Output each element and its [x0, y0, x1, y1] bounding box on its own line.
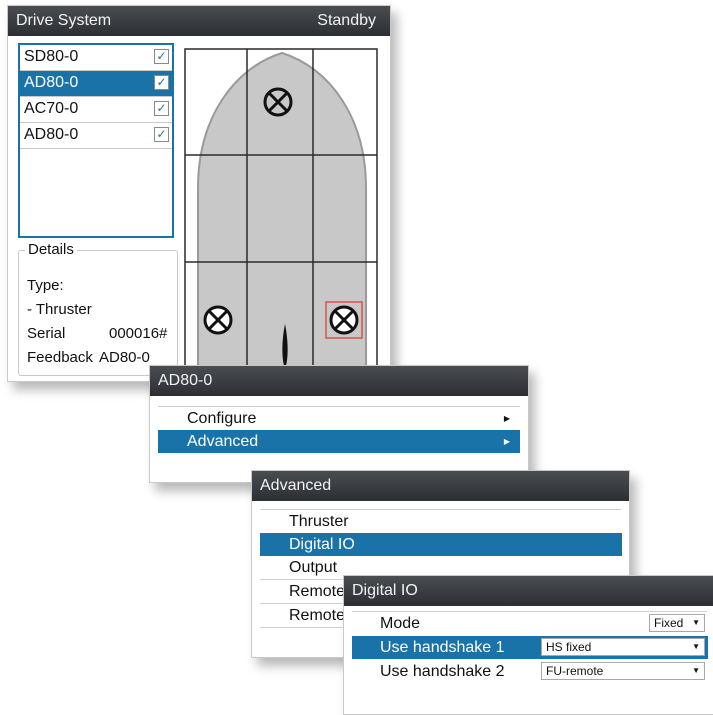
feedback-value: AD80-0 [99, 349, 150, 366]
advanced-menu-titlebar: Advanced [252, 471, 629, 501]
serial-value: 000016# [109, 325, 168, 342]
details-legend: Details [25, 241, 77, 258]
menu-item-label: Remote [289, 583, 346, 600]
chevron-down-icon: ▼ [692, 642, 700, 651]
drive-menu-window: AD80-0 Configure ▶ Advanced ▶ [149, 365, 529, 483]
menu-item-label: Thruster [289, 513, 349, 530]
window-title: Advanced [260, 477, 332, 494]
menu-item-label: Configure [187, 410, 257, 427]
setting-row-handshake-1[interactable]: Use handshake 1 HS fixed ▼ [352, 636, 708, 659]
drive-item[interactable]: SD80-0 ✓ [20, 45, 172, 71]
menu-item-label: Remote [289, 607, 346, 624]
digital-io-titlebar: Digital IO [344, 576, 713, 606]
dropdown-value: HS fixed [546, 640, 592, 654]
drive-system-titlebar: Drive System Standby [8, 6, 390, 36]
chevron-right-icon: ▶ [503, 414, 510, 423]
chevron-right-icon: ▶ [503, 437, 510, 446]
menu-item-digital-io[interactable]: Digital IO [260, 533, 622, 556]
thruster-icon [329, 305, 359, 335]
drive-item-label: AC70-0 [24, 100, 79, 117]
drive-checkbox[interactable]: ✓ [154, 127, 169, 142]
setting-row-handshake-2[interactable]: Use handshake 2 FU-remote ▼ [352, 660, 708, 683]
type-value: - Thruster [27, 301, 92, 318]
drive-checkbox[interactable]: ✓ [154, 101, 169, 116]
boat-diagram [184, 48, 380, 379]
menu-item-thruster[interactable]: Thruster [260, 510, 622, 533]
window-title: AD80-0 [158, 372, 213, 389]
menu-item-label: Output [289, 559, 338, 576]
drive-system-window: Drive System Standby SD80-0 ✓ AD80-0 ✓ A… [7, 5, 391, 382]
menu-item-configure[interactable]: Configure ▶ [158, 407, 520, 430]
drive-item-label: SD80-0 [24, 48, 79, 65]
window-title: Drive System [16, 12, 112, 29]
drive-checkbox[interactable]: ✓ [154, 75, 169, 90]
serial-label: Serial [27, 325, 66, 342]
menu-item-label: Digital IO [289, 536, 355, 553]
drive-item-selected[interactable]: AD80-0 ✓ [20, 71, 172, 97]
mode-dropdown[interactable]: Fixed ▼ [649, 614, 705, 632]
chevron-down-icon: ▼ [692, 618, 700, 627]
digital-io-window: Digital IO Mode Fixed ▼ Use handshake 1 … [343, 575, 713, 715]
chevron-down-icon: ▼ [692, 666, 700, 675]
drive-list: SD80-0 ✓ AD80-0 ✓ AC70-0 ✓ AD80-0 ✓ [18, 43, 174, 238]
setting-label: Use handshake 2 [380, 663, 505, 680]
details-panel: Details Type: - Thruster Serial 000016# … [18, 241, 178, 376]
window-title: Digital IO [352, 582, 418, 599]
dropdown-value: Fixed [654, 616, 684, 630]
drive-checkbox[interactable]: ✓ [154, 49, 169, 64]
drive-item-label: AD80-0 [24, 126, 79, 143]
dropdown-value: FU-remote [546, 664, 604, 678]
drive-item[interactable]: AD80-0 ✓ [20, 123, 172, 149]
drive-item-label: AD80-0 [24, 74, 79, 91]
menu-item-label: Advanced [187, 433, 259, 450]
menu-item-advanced[interactable]: Advanced ▶ [158, 430, 520, 453]
status-label: Standby [317, 12, 376, 29]
feedback-label: Feedback [27, 349, 93, 366]
drive-menu-titlebar: AD80-0 [150, 366, 528, 396]
setting-label: Use handshake 1 [380, 639, 505, 656]
drive-item[interactable]: AC70-0 ✓ [20, 97, 172, 123]
thruster-icon [203, 305, 233, 335]
handshake-1-dropdown[interactable]: HS fixed ▼ [541, 638, 705, 656]
setting-row-mode[interactable]: Mode Fixed ▼ [352, 612, 708, 635]
thruster-icon [263, 87, 293, 117]
setting-label: Mode [380, 615, 421, 632]
handshake-2-dropdown[interactable]: FU-remote ▼ [541, 662, 705, 680]
type-label: Type: [27, 277, 64, 294]
